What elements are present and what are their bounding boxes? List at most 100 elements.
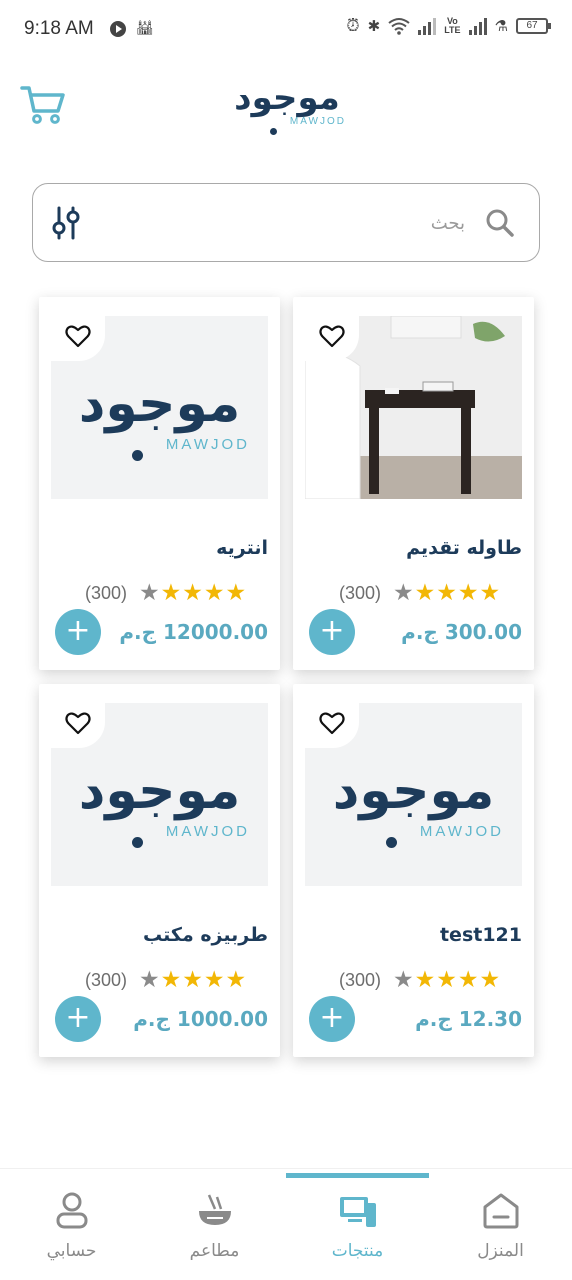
- rating-stars: ★ ★ ★ ★ ★: [139, 581, 246, 605]
- star-filled-icon: ★: [457, 967, 479, 993]
- rating-stars: ★ ★ ★ ★ ★: [393, 581, 500, 605]
- star-filled-icon: ★: [436, 967, 457, 993]
- star-filled-icon: ★: [182, 580, 203, 606]
- product-card[interactable]: طاوله تقديم (300) ★ ★ ★ ★ ★ + 300.00 ج.م: [293, 297, 534, 670]
- heart-icon: [65, 712, 91, 735]
- alarm-icon: ⏰︎: [346, 16, 360, 36]
- home-icon: [483, 1193, 518, 1229]
- search-input[interactable]: [105, 206, 465, 240]
- filter-sliders-icon[interactable]: [51, 204, 81, 242]
- placeholder-logo-latin: MAWJOD: [165, 436, 250, 453]
- app-logo: موجود MAWJOD: [222, 78, 352, 140]
- product-price: 1000.00 ج.م: [133, 1007, 268, 1031]
- star-filled-icon: ★: [479, 580, 501, 606]
- star-empty-icon: ★: [139, 967, 160, 993]
- product-title[interactable]: test121: [440, 924, 522, 946]
- product-rating: (300) ★ ★ ★ ★ ★: [85, 581, 246, 605]
- favorite-button[interactable]: [305, 311, 359, 361]
- star-filled-icon: ★: [457, 580, 479, 606]
- star-filled-icon: ★: [203, 580, 225, 606]
- flask-icon: ⚗︎: [494, 17, 508, 35]
- nav-products[interactable]: منتجات: [286, 1187, 429, 1277]
- add-to-cart-button[interactable]: +: [309, 609, 355, 655]
- star-filled-icon: ★: [225, 580, 247, 606]
- restaurant-bowl-icon: [198, 1194, 231, 1225]
- add-to-cart-button[interactable]: +: [309, 996, 355, 1042]
- products-icon: [339, 1197, 376, 1227]
- product-title[interactable]: طاوله تقديم: [406, 537, 522, 559]
- nav-account[interactable]: حسابي: [0, 1187, 143, 1277]
- star-empty-icon: ★: [393, 580, 414, 606]
- placeholder-logo-latin: MAWJOD: [419, 823, 504, 840]
- rating-count: (300): [339, 969, 382, 990]
- star-filled-icon: ★: [182, 967, 203, 993]
- nav-restaurants[interactable]: مطاعم: [143, 1187, 286, 1277]
- product-price: 300.00 ج.م: [401, 620, 522, 644]
- placeholder-logo-dot: [132, 450, 143, 461]
- signal-icon-2: [468, 17, 487, 35]
- cart-icon[interactable]: [20, 84, 66, 126]
- product-price: 12000.00 ج.م: [119, 620, 268, 644]
- volte-icon: Vo LTE: [444, 16, 461, 35]
- star-filled-icon: ★: [160, 580, 182, 606]
- star-filled-icon: ★: [203, 967, 225, 993]
- heart-icon: [65, 325, 91, 348]
- star-filled-icon: ★: [414, 580, 436, 606]
- product-price: 12.30 ج.م: [415, 1007, 522, 1031]
- rating-count: (300): [85, 582, 128, 603]
- product-rating: (300) ★ ★ ★ ★ ★: [339, 581, 500, 605]
- nav-home-label: المنزل: [477, 1241, 524, 1261]
- placeholder-logo-arabic: موجود: [78, 761, 241, 821]
- placeholder-logo-latin: MAWJOD: [165, 823, 250, 840]
- star-filled-icon: ★: [414, 967, 436, 993]
- star-empty-icon: ★: [393, 967, 414, 993]
- wifi-icon: [388, 18, 410, 35]
- active-tab-indicator: [286, 1173, 429, 1178]
- user-icon: [56, 1192, 87, 1229]
- rating-count: (300): [339, 582, 382, 603]
- placeholder-logo-arabic: موجود: [78, 374, 241, 434]
- nav-account-label: حسابي: [46, 1241, 97, 1261]
- nav-products-label: منتجات: [331, 1241, 384, 1261]
- nav-restaurants-label: مطاعم: [189, 1241, 240, 1261]
- logo-dot: [270, 128, 277, 135]
- status-icons: ⏰︎ ✱ Vo LTE ⚗︎ 67: [346, 16, 551, 36]
- product-card[interactable]: موجود MAWJOD طربيزه مكتب (300) ★ ★ ★ ★ ★ + 1…: [39, 684, 280, 1057]
- rating-count: (300): [85, 969, 128, 990]
- status-time: 9:18 AM: [24, 18, 94, 39]
- status-bar: 9:18 AM 🕌︎ ⏰︎ ✱ Vo LTE ⚗︎ 67: [0, 0, 572, 60]
- favorite-button[interactable]: [51, 698, 105, 748]
- star-filled-icon: ★: [225, 967, 247, 993]
- search-bar: [32, 183, 540, 262]
- placeholder-logo-dot: [132, 837, 143, 848]
- heart-icon: [319, 712, 345, 735]
- bottom-nav: المنزل منتجات مطاعم حسابي: [0, 1168, 572, 1280]
- product-title[interactable]: طربيزه مكتب: [143, 924, 268, 946]
- add-to-cart-button[interactable]: +: [55, 996, 101, 1042]
- logo-arabic-text: موجود: [234, 78, 340, 118]
- product-rating: (300) ★ ★ ★ ★ ★: [85, 968, 246, 992]
- star-filled-icon: ★: [160, 967, 182, 993]
- favorite-button[interactable]: [51, 311, 105, 361]
- rating-stars: ★ ★ ★ ★ ★: [393, 968, 500, 992]
- battery-icon: 67: [516, 18, 551, 34]
- placeholder-logo-dot: [386, 837, 397, 848]
- nav-home[interactable]: المنزل: [429, 1187, 572, 1277]
- mosque-icon: 🕌︎: [136, 20, 154, 36]
- star-filled-icon: ★: [479, 967, 501, 993]
- star-filled-icon: ★: [436, 580, 457, 606]
- rating-stars: ★ ★ ★ ★ ★: [139, 968, 246, 992]
- product-card[interactable]: موجود MAWJOD انتريه (300) ★ ★ ★ ★ ★ + 12000.…: [39, 297, 280, 670]
- star-empty-icon: ★: [139, 580, 160, 606]
- bluetooth-icon: ✱: [367, 17, 381, 35]
- heart-icon: [319, 325, 345, 348]
- product-card[interactable]: موجود MAWJOD test121 (300) ★ ★ ★ ★ ★ + 12.30…: [293, 684, 534, 1057]
- search-icon[interactable]: [485, 208, 515, 238]
- media-play-icon: [110, 21, 126, 37]
- product-rating: (300) ★ ★ ★ ★ ★: [339, 968, 500, 992]
- logo-latin-text: MAWJOD: [289, 116, 346, 127]
- favorite-button[interactable]: [305, 698, 359, 748]
- placeholder-logo-arabic: موجود: [332, 761, 495, 821]
- product-title[interactable]: انتريه: [216, 537, 268, 559]
- add-to-cart-button[interactable]: +: [55, 609, 101, 655]
